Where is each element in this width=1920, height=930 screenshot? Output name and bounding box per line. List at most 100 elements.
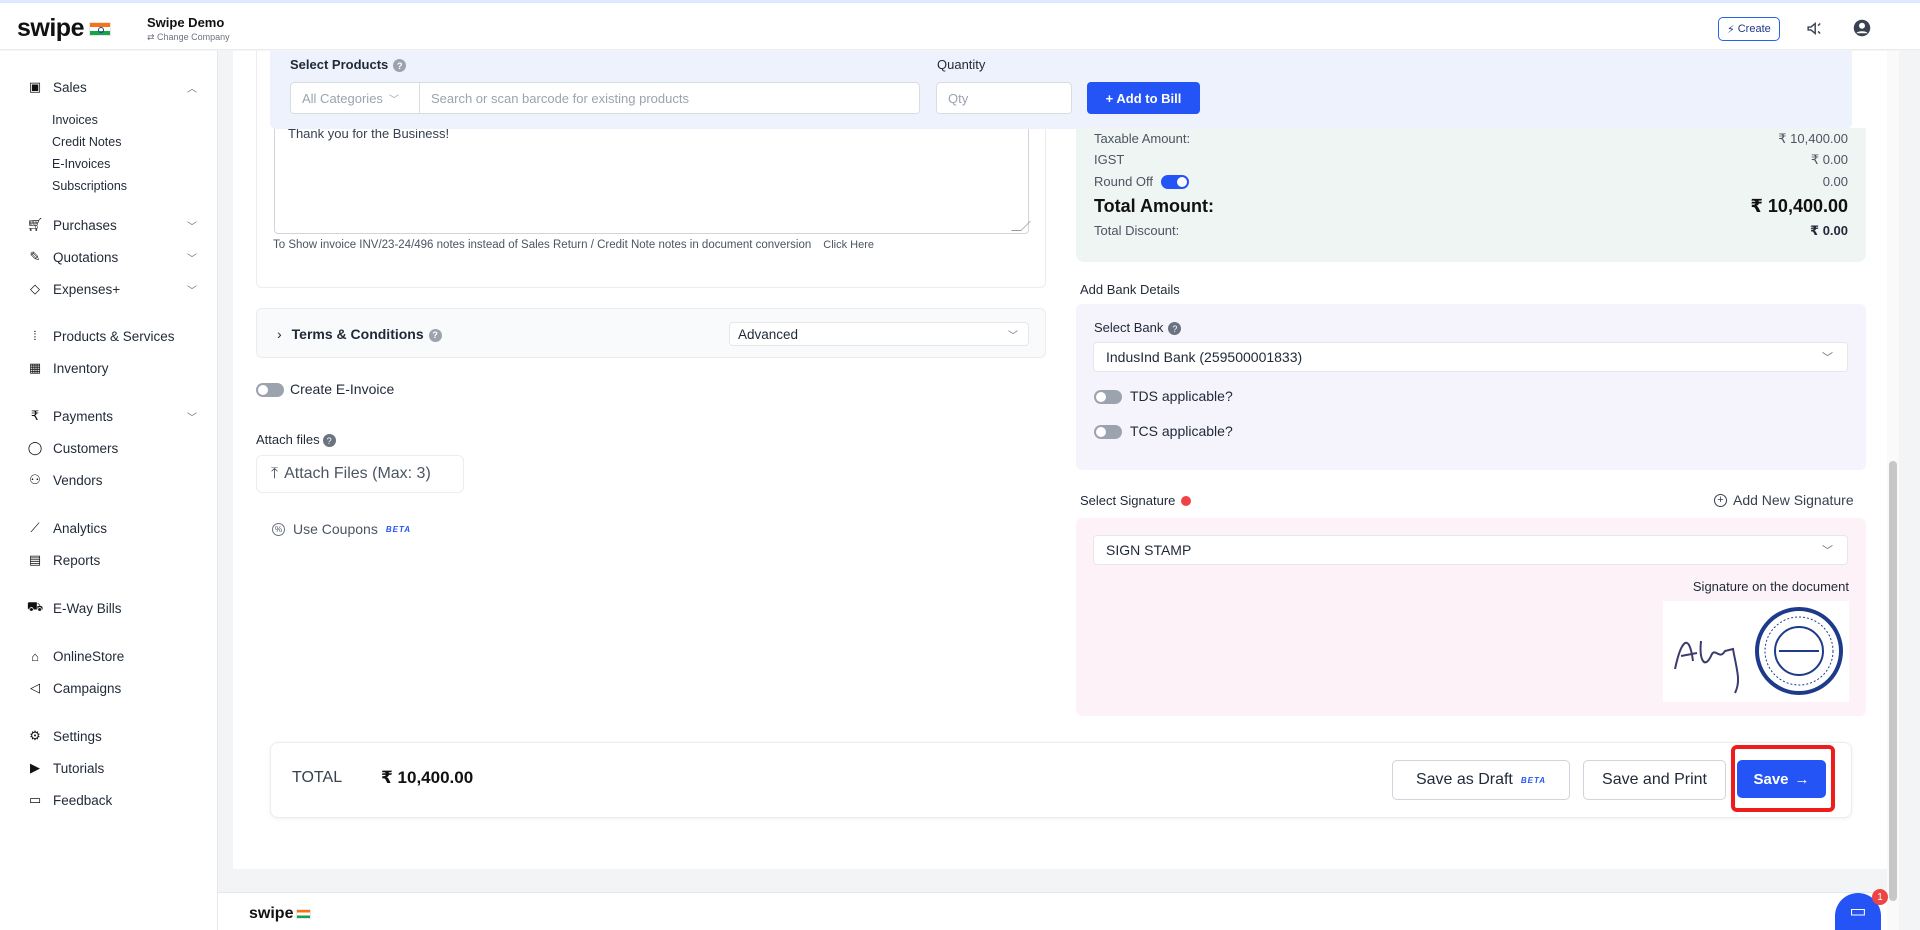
account-icon[interactable] [1852,18,1872,38]
bank-select[interactable]: IndusInd Bank (259500001833) ﹀ [1093,342,1848,372]
sidebar-label: Quotations [53,249,119,265]
bank-details-card: Select Bank? IndusInd Bank (259500001833… [1076,304,1866,470]
help-icon[interactable]: ? [1168,322,1182,336]
swipe-logo[interactable]: swipe [17,14,111,43]
sidebar-item-feedback[interactable]: ▭ Feedback [27,792,197,808]
sidebar-label: Sales [53,79,87,95]
sidebar-sub-credit-notes[interactable]: Credit Notes [52,135,121,149]
click-here-link[interactable]: Click Here [823,239,874,251]
sidebar-item-products[interactable]: ⦙ Products & Services [27,328,197,344]
taxable-amount-row: Taxable Amount: ₹ 10,400.00 [1094,131,1848,146]
attach-files-button-label: Attach Files (Max: 3) [284,465,431,482]
sidebar-item-reports[interactable]: ▤ Reports [27,552,197,568]
sidebar-item-vendors[interactable]: ⚇ Vendors [27,472,197,488]
sidebar-item-analytics[interactable]: ⟋ Analytics [27,520,197,536]
sidebar-label: Customers [53,440,119,456]
sidebar-label: Campaigns [53,680,122,696]
add-to-bill-button[interactable]: + Add to Bill [1087,82,1200,114]
india-flag-icon [296,909,312,919]
india-flag-icon [88,21,111,36]
sidebar-item-quotations[interactable]: ✎ Quotations ﹀ [27,249,197,265]
resize-handle[interactable] [1011,221,1031,231]
sidebar-label: OnlineStore [53,648,125,664]
create-button[interactable]: ⚡ Create [1718,17,1780,41]
terms-mode-value: Advanced [738,326,799,342]
add-bank-details-label: Add Bank Details [1080,282,1180,297]
rupee-icon: ₹ [30,408,40,423]
page-scrollbar[interactable] [1887,51,1899,930]
change-company-link[interactable]: ⇄ Change Company [147,32,230,43]
pen-icon: ✎ [29,249,41,264]
megaphone-icon[interactable] [1804,18,1824,38]
footer-logo: swipe [249,905,312,923]
gear-icon: ⚙ [29,728,41,743]
sidebar-item-onlinestore[interactable]: ⌂ OnlineStore [27,648,197,664]
sidebar-item-sales[interactable]: ▣ Sales ︿ [27,79,197,95]
terms-conditions-panel[interactable]: › Terms & Conditions? Advanced ﹀ [256,308,1046,358]
use-coupons-link[interactable]: % Use Coupons BETA [272,521,411,537]
tds-toggle[interactable] [1094,390,1122,404]
sidebar-label: Settings [53,728,102,744]
selected-signature: SIGN STAMP [1106,542,1192,558]
qty-placeholder: Qty [948,90,969,106]
signature-select[interactable]: SIGN STAMP ﹀ [1093,535,1848,565]
sidebar-item-inventory[interactable]: ▦ Inventory [27,360,197,376]
save-and-print-button[interactable]: Save and Print [1583,760,1726,800]
chevron-down-icon: ﹀ [187,285,197,297]
sidebar-item-payments[interactable]: ₹ Payments ﹀ [27,408,197,424]
sidebar-item-settings[interactable]: ⚙ Settings [27,728,197,744]
sidebar-sub-e-invoices[interactable]: E-Invoices [52,157,110,171]
scrollbar-thumb[interactable] [1889,461,1897,901]
save-as-draft-button[interactable]: Save as Draft BETA [1392,760,1570,800]
chevron-down-icon: ﹀ [1008,331,1018,342]
chat-notification-badge: 1 [1872,889,1888,905]
quantity-input[interactable]: Qty [936,82,1072,114]
beta-badge: BETA [1520,775,1547,785]
cart-icon: 🛒︎ [26,217,44,232]
terms-title[interactable]: › Terms & Conditions? [277,326,442,342]
notes-textarea[interactable]: Thank you for the Business! [274,120,1031,234]
sidebar-item-eway-bills[interactable]: ⛟ E-Way Bills [27,599,197,616]
add-new-signature-label: Add New Signature [1733,492,1854,508]
help-icon[interactable]: ? [322,434,336,448]
store-icon: ⌂ [31,648,39,664]
chevron-down-icon: ﹀ [187,253,197,265]
save-button-highlight [1731,745,1835,812]
company-switcher[interactable]: Swipe Demo ⇄ Change Company [147,15,230,43]
chevron-down-icon: ﹀ [1822,545,1833,557]
quantity-label: Quantity [937,57,986,72]
attach-files-button[interactable]: ⤒ Attach Files (Max: 3) [256,455,464,493]
sidebar-label: Products & Services [53,328,175,344]
plus-circle-icon: + [1714,493,1727,507]
page-footer [218,892,1887,930]
signature-caption: Signature on the document [1692,579,1849,594]
select-bank-label: Select Bank? [1094,320,1182,336]
round-off-toggle[interactable] [1161,174,1190,189]
youtube-icon: ▶ [30,760,40,775]
sidebar-label: Payments [53,408,114,424]
sidebar-item-purchases[interactable]: 🛒︎ Purchases ﹀ [27,217,197,233]
category-placeholder: All Categories [302,90,383,106]
tcs-toggle[interactable] [1094,425,1122,439]
sidebar-sub-invoices[interactable]: Invoices [52,113,98,127]
chat-icon: ▭ [28,792,42,807]
category-select[interactable]: All Categories ﹀ [290,82,420,114]
product-search-input[interactable]: Search or scan barcode for existing prod… [419,82,920,114]
help-icon[interactable]: ? [393,59,407,73]
tcs-label: TCS applicable? [1130,423,1233,439]
sidebar-item-customers[interactable]: ◯ Customers [27,440,197,456]
sidebar-label: Reports [53,552,101,568]
sidebar-item-campaigns[interactable]: ◁ Campaigns [27,680,197,696]
round-off-row: Round Off 0.00 [1094,174,1848,189]
terms-mode-select[interactable]: Advanced ﹀ [729,322,1029,346]
sidebar-label: Feedback [53,792,113,808]
sidebar-sub-subscriptions[interactable]: Subscriptions [52,179,127,193]
sidebar-item-tutorials[interactable]: ▶ Tutorials [27,760,197,776]
sidebar-item-expenses[interactable]: ◇ Expenses+ ﹀ [27,281,197,297]
report-icon: ▤ [28,552,42,567]
help-icon[interactable]: ? [428,328,442,342]
add-new-signature-button[interactable]: + Add New Signature [1714,492,1854,508]
sidebar-label: Purchases [53,217,117,233]
create-e-invoice-toggle[interactable] [256,383,284,397]
cash-icon: ▣ [28,79,42,94]
